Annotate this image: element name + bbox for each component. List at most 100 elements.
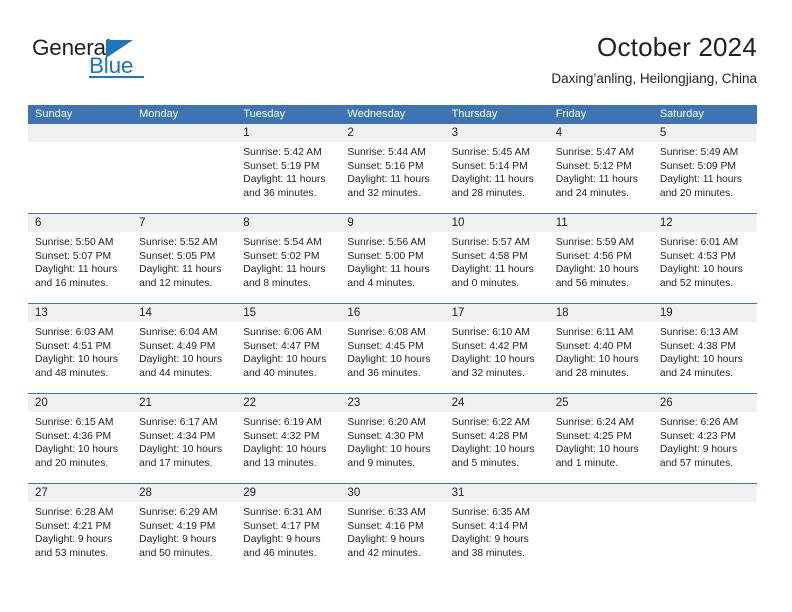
day-sun-info: Sunrise: 5:56 AM Sunset: 5:00 PM Daylight:… [340,232,444,290]
calendar-day-cell[interactable]: 17 Sunrise: 6:10 AM Sunset: 4:42 PM Dayligh… [444,304,549,393]
sunset-text: Sunset: 5:12 PM [555,160,632,172]
calendar-day-cell[interactable]: 23 Sunrise: 6:20 AM Sunset: 4:30 PM Dayligh… [340,394,445,483]
calendar-day-cell[interactable]: 27 Sunrise: 6:28 AM Sunset: 4:21 PM Dayligh… [28,484,133,573]
day-number-band: 3 [444,124,549,142]
day-number-band: 5 [652,124,757,142]
daylight-text-line1: Daylight: 10 hours [35,354,118,366]
sunrise-text: Sunrise: 6:04 AM [139,327,218,338]
daylight-text-line2: and 20 minutes. [35,457,109,469]
daylight-text-line2: and 17 minutes. [139,457,213,469]
day-number: 5 [659,127,667,139]
calendar-day-cell[interactable]: 18 Sunrise: 6:11 AM Sunset: 4:40 PM Dayligh… [548,304,653,393]
calendar-day-cell[interactable]: 6 Sunrise: 5:50 AM Sunset: 5:07 PM Daylight… [28,214,133,303]
calendar-day-cell[interactable]: 13 Sunrise: 6:03 AM Sunset: 4:51 PM Dayligh… [28,304,133,393]
day-number-band: 12 [652,214,757,232]
daylight-text-line1: Daylight: 10 hours [35,444,118,456]
daylight-text-line1: Daylight: 10 hours [243,354,327,366]
calendar-day-cell[interactable]: 4 Sunrise: 5:47 AM Sunset: 5:12 PM Daylight… [548,124,653,213]
sunrise-text: Sunrise: 5:56 AM [347,237,426,248]
sunrise-text: Sunrise: 5:44 AM [347,147,426,158]
daylight-text-line2: and 44 minutes. [139,367,213,379]
sunset-text: Sunset: 4:51 PM [35,340,112,352]
daylight-text-line1: Daylight: 10 hours [555,444,639,456]
day-number-band [28,124,133,142]
day-number-band [132,124,237,142]
calendar-day-cell[interactable]: 22 Sunrise: 6:19 AM Sunset: 4:32 PM Dayligh… [236,394,341,483]
calendar-day-cell[interactable]: 24 Sunrise: 6:22 AM Sunset: 4:28 PM Dayligh… [444,394,549,483]
sunrise-text: Sunrise: 6:01 AM [659,237,739,248]
day-number: 10 [451,217,465,229]
sunset-text: Sunset: 4:14 PM [451,520,528,532]
calendar-day-cell[interactable]: 8 Sunrise: 5:54 AM Sunset: 5:02 PM Daylight… [236,214,341,303]
calendar-day-cell[interactable]: 15 Sunrise: 6:06 AM Sunset: 4:47 PM Dayligh… [236,304,341,393]
calendar-day-cell[interactable]: 5 Sunrise: 5:49 AM Sunset: 5:09 PM Daylight… [652,124,757,213]
calendar-day-cell[interactable]: 7 Sunrise: 5:52 AM Sunset: 5:05 PM Daylight… [132,214,237,303]
calendar-day-cell[interactable]: 30 Sunrise: 6:33 AM Sunset: 4:16 PM Dayligh… [340,484,445,573]
day-number: 18 [555,307,569,319]
day-number: 2 [347,127,354,139]
daylight-text-line2: and 0 minutes. [451,277,520,289]
daylight-text-line1: Daylight: 10 hours [243,444,327,456]
day-sun-info: Sunrise: 5:44 AM Sunset: 5:16 PM Daylight:… [340,142,444,200]
daylight-text-line2: and 1 minute. [555,457,619,469]
calendar-day-cell[interactable]: 20 Sunrise: 6:15 AM Sunset: 4:36 PM Dayligh… [28,394,133,483]
calendar-day-cell-empty [652,484,757,573]
day-number: 6 [35,217,42,229]
day-number-band: 25 [548,394,653,412]
daylight-text-line2: and 56 minutes. [555,277,629,289]
day-number-band: 23 [340,394,445,412]
day-number-band: 10 [444,214,549,232]
calendar-day-cell[interactable]: 16 Sunrise: 6:08 AM Sunset: 4:45 PM Dayligh… [340,304,445,393]
daylight-text-line2: and 57 minutes. [659,457,734,469]
day-number-band: 2 [340,124,445,142]
calendar-week-inner: 1 Sunrise: 5:42 AM Sunset: 5:19 PM Daylight… [28,124,757,213]
day-sun-info: Sunrise: 6:22 AM Sunset: 4:28 PM Daylight:… [445,412,549,470]
daylight-text-line2: and 12 minutes. [139,277,213,289]
calendar-day-cell[interactable]: 29 Sunrise: 6:31 AM Sunset: 4:17 PM Dayligh… [236,484,341,573]
daylight-text-line1: Daylight: 9 hours [451,534,529,546]
calendar-day-cell[interactable]: 11 Sunrise: 5:59 AM Sunset: 4:56 PM Dayligh… [548,214,653,303]
daylight-text-line1: Daylight: 11 hours [347,174,430,186]
day-number: 1 [243,127,250,139]
calendar-day-cell[interactable]: 12 Sunrise: 6:01 AM Sunset: 4:53 PM Dayligh… [652,214,757,303]
day-sun-info: Sunrise: 6:26 AM Sunset: 4:23 PM Daylight:… [653,412,757,470]
calendar-day-cell[interactable]: 31 Sunrise: 6:35 AM Sunset: 4:14 PM Dayligh… [444,484,549,573]
sunrise-text: Sunrise: 6:03 AM [35,327,114,338]
day-number: 20 [35,397,48,409]
sunset-text: Sunset: 4:23 PM [659,430,736,442]
daylight-text-line1: Daylight: 10 hours [659,354,743,366]
calendar-day-cell[interactable]: 28 Sunrise: 6:29 AM Sunset: 4:19 PM Dayligh… [132,484,237,573]
day-number-band: 20 [28,394,133,412]
calendar-day-cell[interactable]: 14 Sunrise: 6:04 AM Sunset: 4:49 PM Dayligh… [132,304,237,393]
day-number-band: 4 [548,124,653,142]
calendar-day-cell[interactable]: 1 Sunrise: 5:42 AM Sunset: 5:19 PM Daylight… [236,124,341,213]
calendar-page: General Blue October 2024 Daxing’anling,… [0,0,792,612]
day-number-band: 28 [132,484,237,502]
day-number: 23 [347,397,361,409]
day-sun-info: Sunrise: 6:35 AM Sunset: 4:14 PM Daylight:… [445,502,549,560]
day-number-band [652,484,757,502]
day-sun-info: Sunrise: 6:13 AM Sunset: 4:38 PM Daylight:… [653,322,757,380]
daylight-text-line1: Daylight: 10 hours [139,444,223,456]
calendar-day-cell-empty [28,124,133,213]
day-sun-info: Sunrise: 6:04 AM Sunset: 4:49 PM Daylight:… [132,322,236,380]
sunrise-text: Sunrise: 5:49 AM [659,147,739,158]
calendar-day-cell[interactable]: 10 Sunrise: 5:57 AM Sunset: 4:58 PM Dayligh… [444,214,549,303]
day-sun-info: Sunrise: 5:52 AM Sunset: 5:05 PM Daylight:… [132,232,236,290]
calendar-day-cell[interactable]: 21 Sunrise: 6:17 AM Sunset: 4:34 PM Dayligh… [132,394,237,483]
calendar-day-cell[interactable]: 19 Sunrise: 6:13 AM Sunset: 4:38 PM Dayligh… [652,304,757,393]
calendar-day-cell[interactable]: 25 Sunrise: 6:24 AM Sunset: 4:25 PM Dayligh… [548,394,653,483]
calendar-day-cell[interactable]: 26 Sunrise: 6:26 AM Sunset: 4:23 PM Dayligh… [652,394,757,483]
daylight-text-line2: and 28 minutes. [555,367,629,379]
day-sun-info: Sunrise: 5:54 AM Sunset: 5:02 PM Daylight:… [236,232,340,290]
sunrise-text: Sunrise: 6:31 AM [243,507,322,518]
day-number-band: 9 [340,214,445,232]
daylight-text-line2: and 32 minutes. [451,367,525,379]
sunrise-text: Sunrise: 6:10 AM [451,327,530,338]
calendar-day-cell[interactable]: 3 Sunrise: 5:45 AM Sunset: 5:14 PM Daylight… [444,124,549,213]
day-number: 4 [555,127,563,139]
calendar-day-cell[interactable]: 2 Sunrise: 5:44 AM Sunset: 5:16 PM Daylight… [340,124,445,213]
day-sun-info: Sunrise: 5:45 AM Sunset: 5:14 PM Daylight:… [445,142,549,200]
sunrise-text: Sunrise: 6:06 AM [243,327,322,338]
calendar-day-cell[interactable]: 9 Sunrise: 5:56 AM Sunset: 5:00 PM Daylight… [340,214,445,303]
